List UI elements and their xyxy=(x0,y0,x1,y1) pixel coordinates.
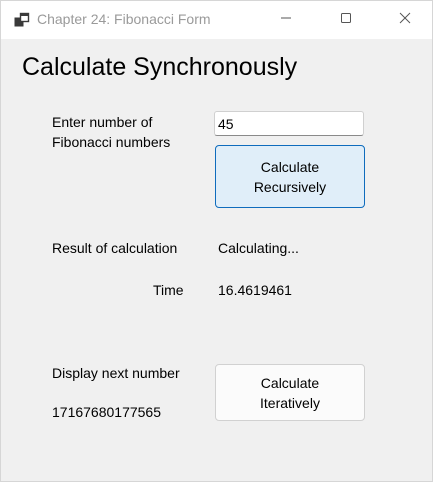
page-title: Calculate Synchronously xyxy=(22,53,298,81)
close-button[interactable] xyxy=(376,1,432,39)
input-label-line2: Fibonacci numbers xyxy=(52,134,171,150)
fibonacci-count-input[interactable] xyxy=(214,111,364,136)
result-label: Result of calculation xyxy=(52,240,178,256)
fibonacci-form-window: Chapter 24: Fibonacci Form Calculate Syn… xyxy=(0,0,433,482)
recursive-button-line2: Recursively xyxy=(253,178,327,195)
app-window-icon xyxy=(14,12,30,28)
time-label: Time xyxy=(153,282,184,298)
iterative-button-line1: Calculate xyxy=(260,374,320,391)
calculate-recursively-button[interactable]: Calculate Recursively xyxy=(215,145,365,208)
minimize-button[interactable] xyxy=(257,1,315,39)
title-bar[interactable]: Chapter 24: Fibonacci Form xyxy=(1,1,432,39)
input-label: Enter number of Fibonacci numbers xyxy=(52,112,170,152)
next-number-value: 17167680177565 xyxy=(52,404,162,420)
recursive-button-line1: Calculate xyxy=(260,158,320,175)
window-title: Chapter 24: Fibonacci Form xyxy=(37,11,211,27)
iterative-button-line2: Iteratively xyxy=(260,394,320,411)
close-icon xyxy=(399,11,411,29)
next-number-label: Display next number xyxy=(52,365,180,381)
time-value: 16.4619461 xyxy=(218,282,292,298)
form-client-area: Calculate Synchronously Enter number of … xyxy=(1,39,432,481)
maximize-icon xyxy=(340,11,352,29)
minimize-icon xyxy=(280,11,292,29)
maximize-button[interactable] xyxy=(317,1,375,39)
calculate-iteratively-button[interactable]: Calculate Iteratively xyxy=(215,364,365,421)
result-value: Calculating... xyxy=(218,240,299,256)
input-label-line1: Enter number of xyxy=(52,114,153,130)
